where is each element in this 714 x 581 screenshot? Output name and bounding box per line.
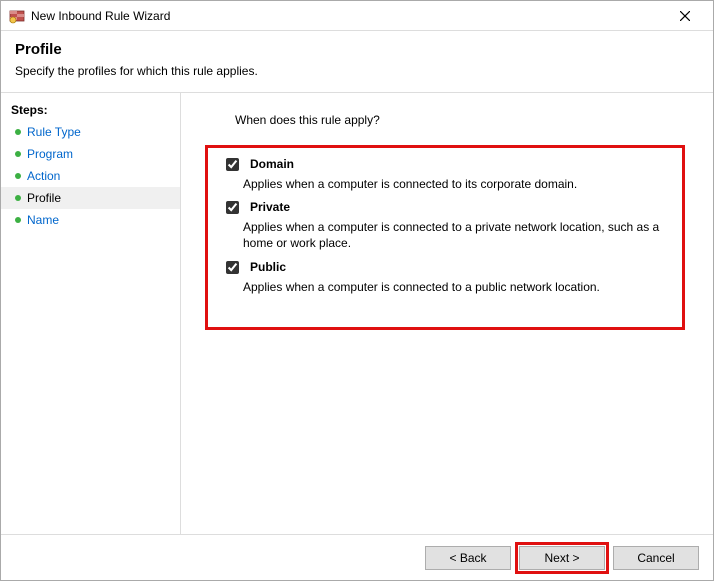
checkbox-private[interactable] <box>226 201 239 214</box>
header: Profile Specify the profiles for which t… <box>1 31 713 93</box>
checkbox-label: Private <box>250 200 290 214</box>
checkbox-description: Applies when a computer is connected to … <box>243 219 668 251</box>
back-button[interactable]: < Back <box>425 546 511 570</box>
titlebar: New Inbound Rule Wizard <box>1 1 713 31</box>
checkbox-description: Applies when a computer is connected to … <box>243 279 668 295</box>
profile-option-public: Public <box>222 260 668 277</box>
content-pane: When does this rule apply? Domain Applies… <box>181 93 713 534</box>
step-bullet-icon <box>15 217 21 223</box>
firewall-icon <box>9 8 25 24</box>
profiles-group: Domain Applies when a computer is connect… <box>205 145 685 330</box>
step-program[interactable]: Program <box>1 143 180 165</box>
footer: < Back Next > Cancel <box>1 534 713 580</box>
close-icon <box>680 11 690 21</box>
prompt-text: When does this rule apply? <box>205 107 689 145</box>
checkbox-label: Public <box>250 260 286 274</box>
page-title: Profile <box>15 41 699 58</box>
checkbox-domain[interactable] <box>226 158 239 171</box>
step-label: Profile <box>27 191 61 205</box>
step-bullet-icon <box>15 173 21 179</box>
next-button[interactable]: Next > <box>519 546 605 570</box>
step-label: Action <box>27 169 60 183</box>
page-subtitle: Specify the profiles for which this rule… <box>15 64 699 78</box>
window-title: New Inbound Rule Wizard <box>31 9 170 23</box>
step-bullet-icon <box>15 195 21 201</box>
step-label: Program <box>27 147 73 161</box>
step-label: Rule Type <box>27 125 81 139</box>
step-bullet-icon <box>15 129 21 135</box>
wizard-window: New Inbound Rule Wizard Profile Specify … <box>0 0 714 581</box>
checkbox-description: Applies when a computer is connected to … <box>243 176 668 192</box>
step-profile[interactable]: Profile <box>1 187 180 209</box>
checkbox-public[interactable] <box>226 261 239 274</box>
step-name[interactable]: Name <box>1 209 180 231</box>
steps-sidebar: Steps: Rule Type Program Action Profile Name <box>1 93 181 534</box>
step-bullet-icon <box>15 151 21 157</box>
close-button[interactable] <box>665 2 705 30</box>
profile-option-domain: Domain <box>222 157 668 174</box>
steps-heading: Steps: <box>1 99 180 121</box>
step-action[interactable]: Action <box>1 165 180 187</box>
profile-option-private: Private <box>222 200 668 217</box>
step-label: Name <box>27 213 59 227</box>
step-rule-type[interactable]: Rule Type <box>1 121 180 143</box>
checkbox-label: Domain <box>250 157 294 171</box>
cancel-button[interactable]: Cancel <box>613 546 699 570</box>
